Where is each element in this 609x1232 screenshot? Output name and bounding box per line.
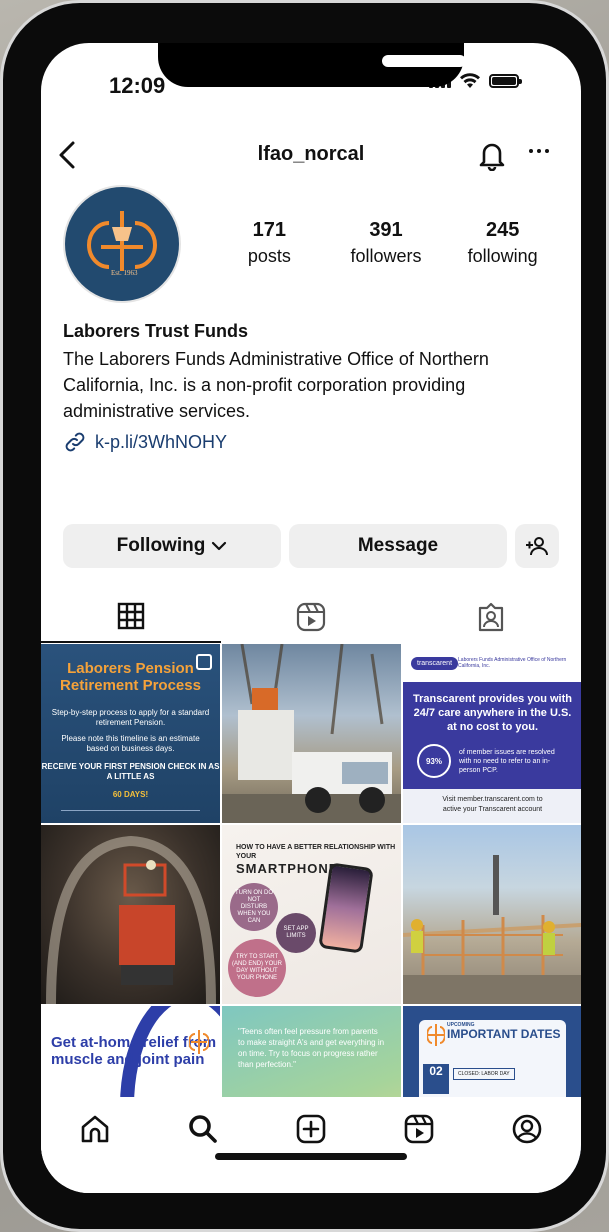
post-stat-text: of member issues are resolved with no ne…: [459, 748, 555, 774]
profile-actions: Following Message: [63, 524, 559, 568]
post-text: HOW TO HAVE A BETTER RELATIONSHIP WITH Y…: [236, 844, 396, 860]
home-indicator[interactable]: [215, 1153, 407, 1160]
search-icon: [189, 1115, 217, 1143]
reels-icon: [296, 602, 326, 632]
stat-value: 245: [485, 219, 520, 241]
nav-profile[interactable]: [511, 1113, 543, 1150]
phone-frame: 12:09 lfao_norcal Est. 1963 171 posts 39…: [0, 0, 609, 1232]
post-tile[interactable]: HOW TO HAVE A BETTER RELATIONSHIP WITH Y…: [222, 825, 401, 1004]
following-label: Following: [116, 535, 206, 556]
reels-icon: [404, 1114, 434, 1144]
message-button[interactable]: Message: [289, 524, 507, 568]
screen: 12:09 lfao_norcal Est. 1963 171 posts 39…: [41, 43, 581, 1193]
notifications-button[interactable]: [477, 139, 507, 176]
tab-reels[interactable]: [221, 591, 401, 643]
post-footer-line: Visit member.transcarent.com to: [442, 796, 543, 803]
post-headline: Transcarent provides you with 24/7 care …: [413, 693, 572, 733]
tab-tagged[interactable]: [401, 591, 581, 643]
nav-home[interactable]: [79, 1113, 111, 1150]
stat-label: posts: [247, 246, 291, 266]
bio-link[interactable]: k-p.li/3WhNOHY: [63, 430, 559, 454]
profile-stats: 171 posts 391 followers 245 following: [211, 219, 561, 267]
post-date: 02: [423, 1064, 449, 1094]
nav-reels[interactable]: [403, 1113, 435, 1150]
post-bubble: SET APP LIMITS: [276, 913, 316, 953]
nav-search[interactable]: [187, 1113, 219, 1150]
battery-icon: [489, 74, 522, 88]
more-options-button[interactable]: [529, 149, 549, 153]
stat-posts[interactable]: 171 posts: [211, 219, 328, 267]
post-title: Laborers Pension Retirement Process: [60, 660, 201, 694]
construction-photo: [403, 855, 581, 1004]
multi-post-icon: [196, 654, 212, 670]
nav-create[interactable]: [295, 1113, 327, 1150]
post-footer: Visit member.transcarent.com to active y…: [403, 789, 581, 823]
laborers-logo-icon: [189, 1030, 209, 1054]
bell-icon: [479, 143, 505, 172]
stat-label: followers: [350, 246, 422, 266]
smartphone-illustration: [318, 862, 374, 954]
following-button[interactable]: Following: [63, 524, 281, 568]
laborers-logo-icon: [427, 1024, 445, 1046]
profile-icon: [512, 1114, 542, 1144]
message-label: Message: [357, 535, 439, 556]
profile-bio: Laborers Trust Funds The Laborers Funds …: [63, 321, 559, 454]
wifi-icon: [460, 73, 480, 88]
post-text: RECEIVE YOUR FIRST PENSION CHECK IN AS A…: [41, 762, 220, 781]
post-text: Please note this timeline is an estimate…: [61, 734, 200, 753]
post-tile[interactable]: [403, 825, 581, 1004]
laborers-logo-icon: [87, 211, 157, 271]
post-tile[interactable]: [41, 825, 220, 1004]
post-title: SMARTPHONE: [236, 861, 339, 876]
bio-link-text: k-p.li/3WhNOHY: [95, 431, 228, 452]
tunnel-photo: [46, 835, 216, 1004]
post-quote: "Teens often feel pressure from parents …: [238, 1027, 385, 1069]
post-text: Step-by-step process to apply for a stan…: [51, 708, 210, 727]
post-org-logo: Laborers Funds Administrative Office of …: [458, 657, 567, 669]
bucket-truck-photo: [222, 644, 401, 823]
post-brand-pill: transcarent: [411, 656, 459, 670]
stat-value: 391: [369, 219, 403, 241]
add-user-button[interactable]: [515, 524, 559, 568]
profile-tabs: [41, 591, 581, 643]
bio-text: The Laborers Funds Administrative Office…: [63, 349, 489, 421]
post-highlight: 60 DAYS!: [112, 790, 149, 799]
bottom-nav: [41, 1097, 581, 1193]
add-user-icon: [526, 537, 548, 556]
status-time: 12:09: [109, 73, 166, 98]
post-tile[interactable]: Laborers Pension Retirement Process Step…: [41, 644, 220, 823]
stat-value: 171: [252, 219, 287, 241]
chevron-down-icon: [212, 541, 227, 551]
top-bar: lfao_norcal: [41, 135, 581, 175]
avatar[interactable]: Est. 1963: [63, 185, 181, 303]
post-stat-ring: 93%: [417, 744, 451, 778]
grid-icon: [117, 602, 145, 630]
post-tile[interactable]: transcarent Laborers Funds Administrativ…: [403, 644, 581, 823]
stat-followers[interactable]: 391 followers: [328, 219, 445, 267]
plus-square-icon: [296, 1114, 326, 1144]
post-footer-line: active your Transcarent account: [442, 806, 543, 813]
notch: [158, 43, 506, 87]
tagged-icon: [478, 602, 504, 632]
post-tile[interactable]: [222, 644, 401, 823]
profile-name: Laborers Trust Funds: [63, 321, 249, 341]
post-bubble: TRY TO START (AND END) YOUR DAY WITHOUT …: [228, 939, 286, 997]
post-title: IMPORTANT DATES: [447, 1027, 561, 1041]
stat-following[interactable]: 245 following: [444, 219, 561, 267]
post-text: CLOSED: LABOR DAY: [453, 1068, 515, 1080]
home-icon: [81, 1115, 109, 1143]
avatar-est-text: Est. 1963: [111, 269, 138, 277]
tab-posts-grid[interactable]: [41, 591, 221, 643]
stat-label: following: [467, 246, 538, 266]
post-bubble: TURN ON DO NOT DISTURB WHEN YOU CAN: [230, 883, 278, 931]
link-icon: [65, 432, 85, 452]
